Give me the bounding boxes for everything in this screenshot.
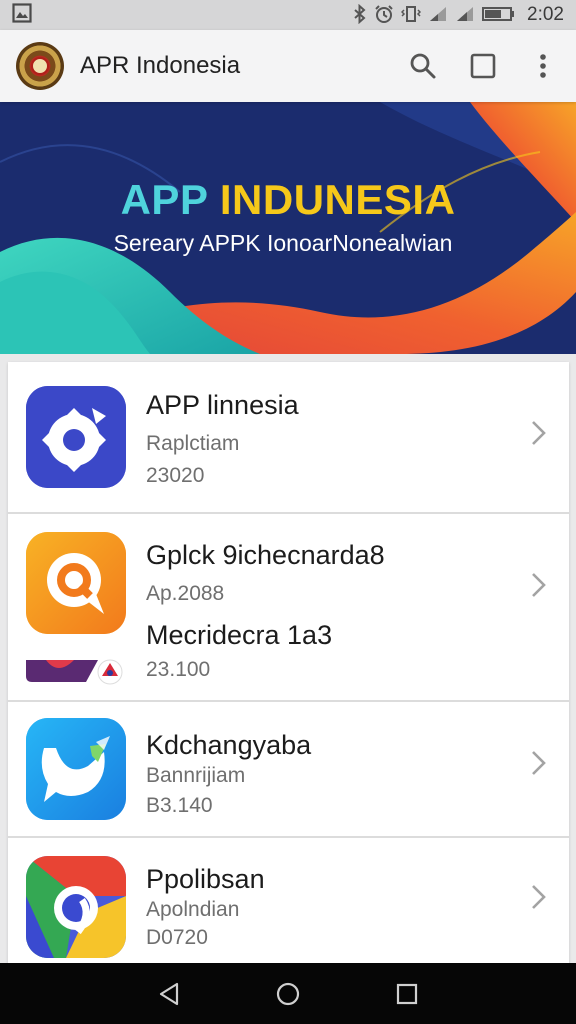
more-vert-icon[interactable] (526, 49, 560, 83)
status-bar: 2:02 (0, 0, 576, 30)
bluetooth-icon (353, 3, 367, 27)
banner-artwork (0, 102, 576, 354)
chevron-right-icon (532, 751, 546, 775)
navigation-bar (0, 963, 576, 1024)
message-icon (26, 718, 126, 820)
gear-icon (26, 386, 126, 488)
app-title: APR Indonesia (80, 52, 241, 79)
banner-title-part2: INDUNESIA (219, 176, 456, 223)
app-bar: APR Indonesia (0, 30, 576, 102)
search-icon[interactable] (406, 49, 440, 83)
vibrate-icon (400, 4, 422, 27)
chrome-icon (26, 856, 126, 958)
app-title: Kdchangyaba (146, 730, 312, 760)
status-time: 2:02 (527, 4, 564, 25)
app-subtitle: Bannrijiam (146, 764, 246, 787)
square-icon[interactable] (466, 49, 500, 83)
list-item[interactable]: APP linnesia Raplctiam 23020 (8, 362, 569, 514)
chevron-right-icon (532, 573, 546, 597)
chat-icon (26, 532, 126, 634)
list-item[interactable]: Gplck 9ichecnarda8 Ap.2088 Mecridecra 1a… (8, 514, 569, 702)
app-title-secondary: Mecridecra 1a3 (146, 620, 333, 650)
banner-title: APP INDUNESIA (0, 176, 576, 224)
alarm-icon (374, 4, 394, 27)
banner-title-part1: APP (120, 176, 220, 223)
app-title: Gplck 9ichecnarda8 (146, 540, 385, 570)
app-logo (16, 42, 64, 90)
app-list: APP linnesia Raplctiam 23020 Gplck 9iche… (8, 362, 569, 1002)
image-icon (12, 2, 32, 28)
app-subtitle: Ap.2088 (146, 582, 225, 605)
list-item[interactable]: Kdchangyaba Bannrijiam B3.140 (8, 702, 569, 838)
back-icon[interactable] (149, 974, 189, 1014)
banner-subtitle: Sereary APPK IonoarNonealwian (113, 230, 453, 256)
app-badge-icon (26, 659, 123, 685)
chevron-right-icon (532, 421, 546, 445)
app-title: Ppolibsan (146, 864, 265, 894)
signal-icon (428, 5, 448, 26)
app-title: APP linnesia (146, 390, 299, 420)
promo-banner[interactable]: APP INDUNESIA Sereary APPK IonoarNonealw… (0, 102, 576, 354)
app-detail: 23.100 (146, 658, 211, 681)
app-subtitle: Raplctiam (146, 432, 240, 455)
home-icon[interactable] (268, 974, 308, 1014)
recents-icon[interactable] (387, 974, 427, 1014)
signal-icon (455, 5, 475, 26)
app-detail: 23020 (146, 464, 205, 487)
app-subtitle: Apolndian (146, 898, 240, 921)
app-detail: B3.140 (146, 794, 213, 817)
chevron-right-icon (532, 885, 546, 909)
app-detail: D0720 (146, 926, 208, 949)
battery-icon (482, 5, 516, 26)
